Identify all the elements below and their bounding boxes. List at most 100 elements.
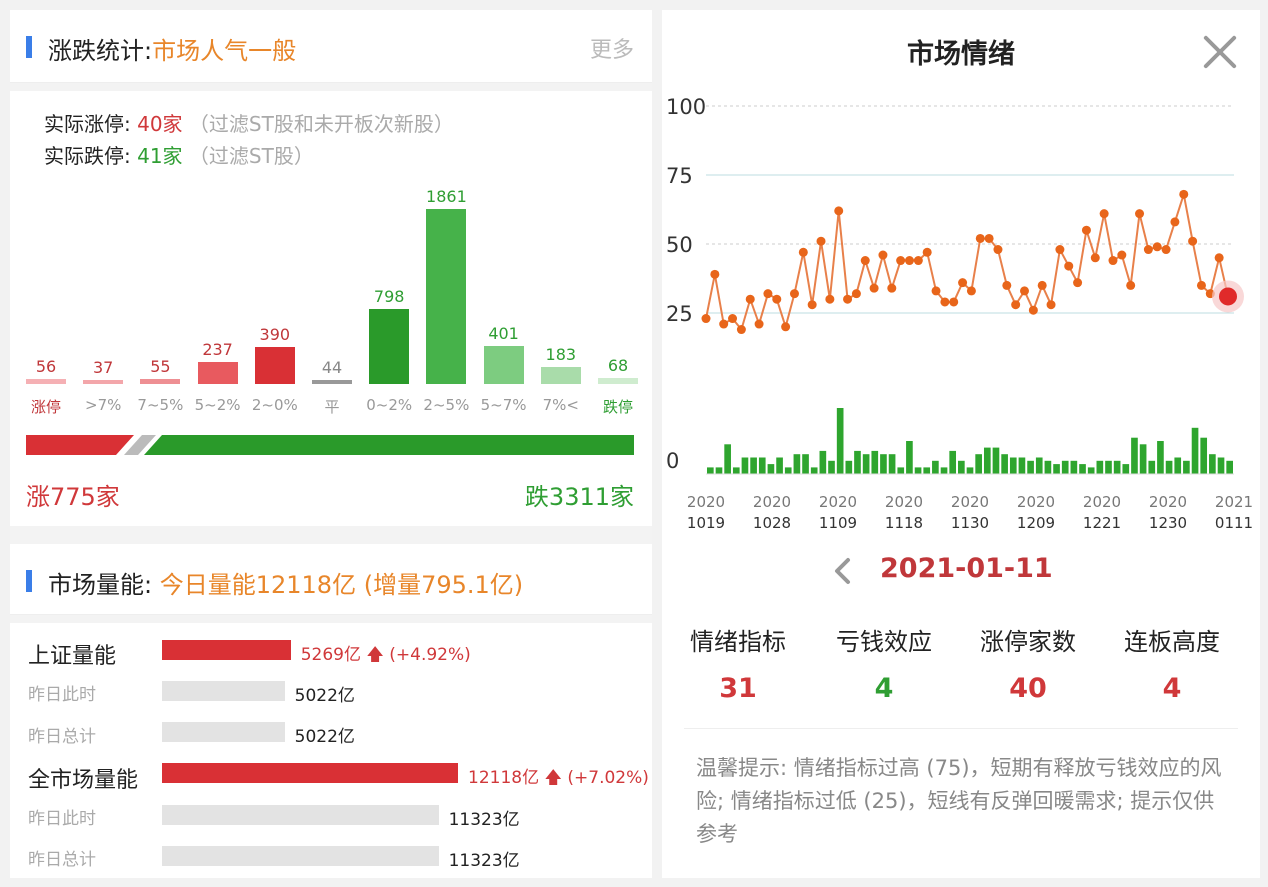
sentiment-point [736,325,746,335]
volume-bar [1009,457,1017,474]
volume-bar [715,467,723,474]
volume-bar [1131,437,1138,474]
volume-bar [793,454,801,474]
x-tick-date: 1230 [1149,514,1187,530]
distribution-category-label: 0~2% [366,396,413,414]
x-tick-year: 2020 [951,493,989,511]
sentiment-point [1011,300,1021,310]
sentiment-point [1196,280,1206,290]
up-arrow-icon: 🡅 [366,645,384,665]
current-date: 2021-01-11 [880,553,1053,584]
volume-bar [949,450,957,474]
distribution-value-label: 390 [259,325,291,345]
sentiment-point [843,294,853,304]
distribution-bar [426,209,467,384]
x-tick-date: 1109 [819,514,857,530]
volume-bar [897,467,905,474]
sentiment-point [781,322,791,332]
more-link[interactable]: 更多 [590,32,634,64]
close-icon[interactable] [1202,34,1238,70]
volume-bar [750,457,757,474]
sentiment-point [931,286,941,296]
distribution-bar [312,379,352,384]
all-prev-total-label: 昨日总计 [28,850,96,870]
volume-bar [1209,454,1216,474]
distribution-bar [540,366,581,384]
volume-bar [1044,460,1052,474]
volume-bar [732,467,740,474]
tip-text: 温馨提示: 情绪指标过高 (75)，短期有释放亏钱效应的风险; 情绪指标过低 (… [696,756,1222,846]
all-prev-total-bar [162,846,439,866]
x-tick-year: 2020 [687,493,725,511]
volume-bar [741,457,749,474]
distribution-category-label: 5~2% [194,396,241,414]
sentiment-point [1002,280,1012,290]
x-tick-year: 2020 [753,493,791,511]
metric-value: 4 [874,673,894,704]
sentiment-point [789,289,799,299]
limit-up-note: （过滤ST股和未开板次新股） [188,112,454,136]
sentiment-point [1179,189,1189,199]
section-gap [10,526,652,544]
volume-bar [1165,460,1173,474]
distribution-bar [483,346,524,384]
left-panel: 涨跌统计:市场人气一般 更多 实际涨停: 40家 （过滤ST股和未开板次新股） … [10,10,652,878]
sentiment-point [1152,242,1162,252]
divider [684,728,1238,729]
volume-bar [966,467,974,474]
distribution-value-label: 44 [321,357,343,377]
volume-bar [724,444,731,474]
y-tick-label: 100 [666,95,706,119]
volume-bar [776,457,783,474]
volume-title-prefix: 市场量能: [48,571,153,599]
sentiment-point [1108,256,1118,266]
volume-bar [932,460,939,474]
sh-today-value: 5269亿 🡅 (+4.92%) [301,640,471,671]
section-gap [10,83,652,91]
sh-today-bar [162,640,291,660]
metric-name: 连板高度 [1124,628,1220,656]
volume-bar [940,467,948,474]
sentiment-point [1064,261,1074,271]
sentiment-point [1020,286,1030,296]
distribution-value-label: 798 [373,286,405,306]
section-accent-bar [26,36,32,58]
sentiment-point [851,289,861,299]
distribution-value-label: 401 [488,324,519,344]
x-tick-date: 1221 [1083,514,1121,530]
limit-down-line: 实际跌停: 41家 （过滤ST股） [44,140,314,169]
sentiment-point [754,319,764,329]
x-tick-year: 2020 [1083,493,1121,511]
limit-down-label: 实际跌停: [44,144,131,168]
sentiment-point [1046,300,1056,310]
limit-down-value: 41家 [137,144,183,168]
x-tick-year: 2021 [1215,493,1253,511]
distribution-category-label: >7% [85,396,122,414]
volume-bar [888,454,896,474]
all-change: (+7.02%) [567,768,649,788]
x-tick-year: 2020 [819,493,857,511]
distribution-value-label: 183 [545,344,577,364]
sh-volume-label: 上证量能 [28,644,117,669]
y-tick-label: 50 [666,233,693,257]
all-prev-same-label: 昨日此时 [28,809,96,829]
metric-name: 情绪指标 [690,628,786,656]
all-prev-same-bar [162,805,439,825]
prev-date-button[interactable] [830,556,856,586]
sh-prev-same-bar [162,681,285,701]
sentiment-point [710,269,720,279]
sentiment-point [701,314,711,324]
zhangdie-title-highlight: 市场人气一般 [152,37,297,65]
sh-prev-same-label: 昨日此时 [28,685,96,705]
sentiment-point [1117,250,1127,260]
all-prev-total-value: 11323亿 [448,851,520,871]
sentiment-point [1188,236,1198,246]
current-point [1219,287,1237,306]
volume-bar [1139,444,1147,474]
volume-title-highlight: 今日量能12118亿 (增量795.1亿) [159,571,524,599]
volume-bar [1035,457,1043,474]
sentiment-point [816,236,826,246]
sh-prev-same-value: 5022亿 [294,686,355,706]
up-total: 涨775家 [26,483,120,511]
metric-value: 31 [719,673,757,704]
